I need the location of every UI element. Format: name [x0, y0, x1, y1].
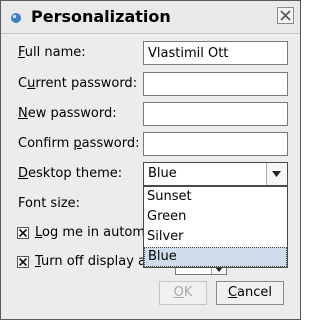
- new-password-field[interactable]: [143, 102, 288, 126]
- close-icon: [280, 10, 291, 21]
- app-drop-icon: [11, 13, 21, 23]
- theme-option-green[interactable]: Green: [144, 207, 287, 227]
- turn-off-display-checkbox[interactable]: [17, 256, 29, 268]
- ok-button[interactable]: OK: [159, 281, 207, 305]
- theme-option-blue[interactable]: Blue: [144, 247, 287, 267]
- full-name-label: Full name:: [18, 45, 86, 60]
- theme-option-sunset[interactable]: Sunset: [144, 187, 287, 207]
- current-password-label: Current password:: [18, 76, 138, 91]
- personalization-dialog: Personalization Full name: Current passw…: [0, 0, 301, 320]
- close-button[interactable]: [277, 7, 294, 24]
- desktop-theme-label: Desktop theme:: [18, 166, 123, 181]
- title-bar[interactable]: Personalization: [1, 1, 300, 34]
- desktop-theme-dropdown-button[interactable]: [266, 163, 287, 185]
- desktop-theme-selected-value: Blue: [148, 166, 177, 181]
- theme-option-silver[interactable]: Silver: [144, 227, 287, 247]
- confirm-password-label: Confirm password:: [18, 136, 140, 151]
- window-title: Personalization: [31, 7, 171, 26]
- log-me-in-checkbox[interactable]: [17, 227, 29, 239]
- font-size-label: Font size:: [18, 196, 81, 211]
- chevron-down-icon: [272, 171, 281, 177]
- confirm-password-field[interactable]: [143, 132, 288, 156]
- new-password-label: New password:: [18, 106, 117, 121]
- desktop-theme-dropdown-list: Sunset Green Silver Blue: [143, 186, 288, 268]
- desktop-theme-combobox[interactable]: Blue: [143, 162, 288, 186]
- turn-off-display-label: Turn off display a: [35, 254, 146, 269]
- current-password-field[interactable]: [143, 72, 288, 96]
- full-name-field[interactable]: [143, 41, 288, 65]
- log-me-in-label: Log me in autom: [35, 225, 146, 240]
- cancel-button[interactable]: Cancel: [216, 281, 284, 305]
